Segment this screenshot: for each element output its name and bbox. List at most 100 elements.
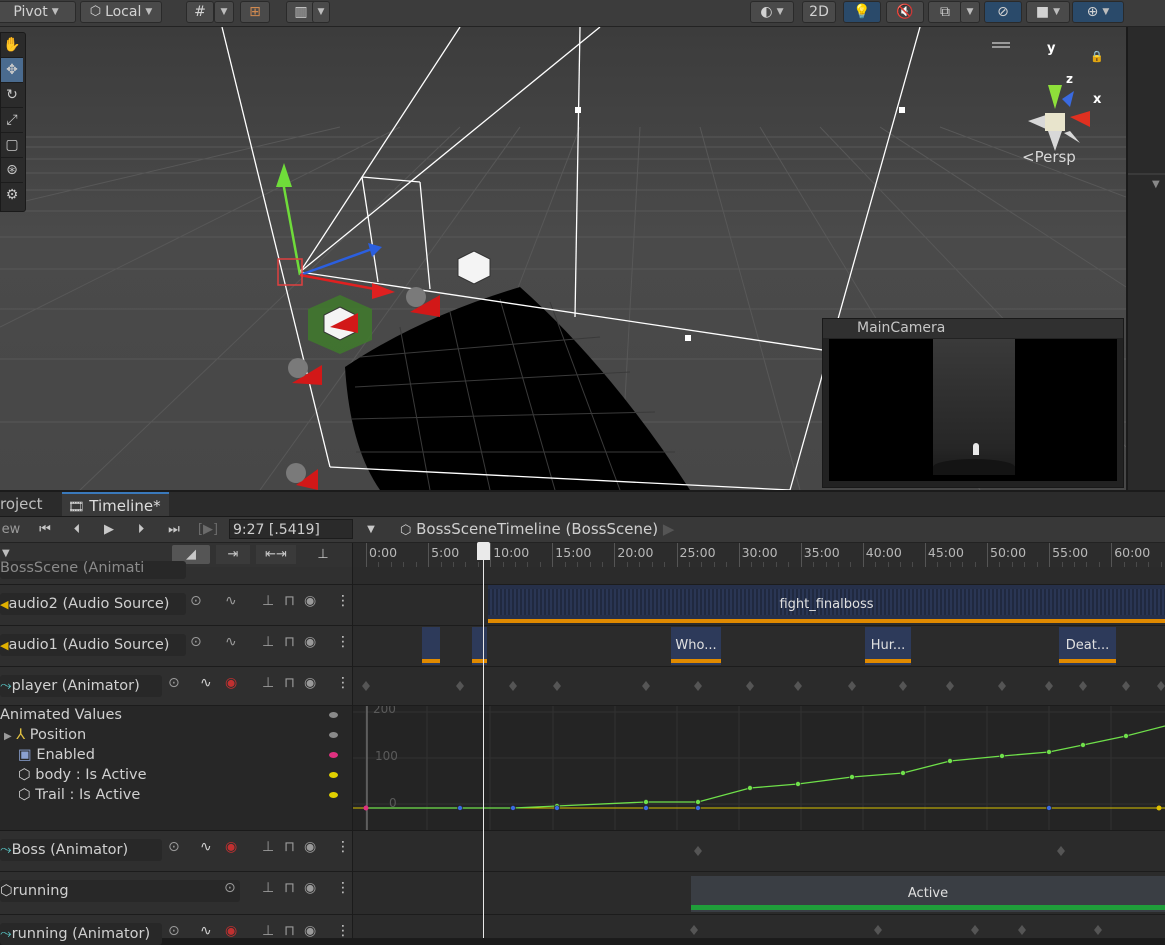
curve-editor[interactable]: 200 100 0: [353, 702, 1165, 830]
pivot-dropdown[interactable]: Pivot ▼: [0, 1, 76, 23]
time-ruler[interactable]: 0:00 5:00 10:00 15:00 20:00 25:00 30:00 35:00 40…: [353, 543, 1165, 568]
mix-mode-button[interactable]: ⇤⇥: [256, 545, 296, 564]
more-options-icon[interactable]: ⋮: [336, 923, 350, 939]
eye-icon[interactable]: ◉: [304, 593, 316, 609]
audio-clip[interactable]: [472, 627, 487, 665]
grid-snap-dropdown[interactable]: ▼: [214, 1, 234, 23]
lock-icon[interactable]: ⊓: [284, 880, 295, 896]
track-lane-player[interactable]: [353, 667, 1165, 706]
playhead-handle[interactable]: [477, 542, 490, 560]
tab-project[interactable]: roject: [0, 492, 43, 516]
ruler-dropdown[interactable]: ▼: [312, 1, 330, 23]
object-picker-icon[interactable]: ⊙: [190, 634, 202, 650]
more-options-icon[interactable]: ⋮: [336, 593, 350, 609]
next-frame-button[interactable]: ⏵: [128, 520, 154, 539]
curves-toggle-icon[interactable]: ∿: [225, 634, 237, 650]
object-picker-icon[interactable]: ⊙: [168, 839, 180, 855]
property-enabled[interactable]: ▣ Enabled: [18, 747, 95, 763]
previous-frame-button[interactable]: ⏴: [64, 520, 90, 539]
lock-icon[interactable]: 🔒: [1090, 50, 1104, 63]
audio-clip-who[interactable]: Who...: [671, 627, 721, 665]
camera-settings-dropdown[interactable]: ■ ▼: [1026, 1, 1070, 23]
tab-timeline[interactable]: 🎞 Timeline*: [62, 492, 169, 516]
go-to-start-button[interactable]: ⏮: [32, 520, 58, 539]
track-lane-running[interactable]: Active: [353, 872, 1165, 915]
pin-icon[interactable]: ⊥: [262, 923, 274, 939]
effects-button[interactable]: ⧉: [928, 1, 962, 23]
object-picker-icon[interactable]: ⊙: [224, 880, 236, 896]
track-header-player[interactable]: ⤳player (Animator) ⊙ ∿ ◉ ⊥ ⊓ ◉ ⋮: [0, 667, 352, 706]
hidden-objects-toggle[interactable]: ⊘: [984, 1, 1022, 23]
audio-clip-deat[interactable]: Deat...: [1059, 627, 1116, 665]
track-header-boss[interactable]: ⤳Boss (Animator) ⊙ ∿ ◉ ⊥ ⊓ ◉ ⋮: [0, 831, 352, 872]
effects-dropdown[interactable]: ▼: [960, 1, 980, 23]
pin-button[interactable]: ⊥: [308, 545, 338, 564]
eye-icon[interactable]: ◉: [304, 634, 316, 650]
lock-icon[interactable]: ⊓: [284, 839, 295, 855]
gizmos-dropdown[interactable]: ⊕ ▼: [1072, 1, 1124, 23]
hand-tool-icon[interactable]: ✋: [1, 33, 23, 58]
pin-icon[interactable]: ⊥: [262, 880, 274, 896]
more-options-icon[interactable]: ⋮: [336, 675, 350, 691]
scale-tool-icon[interactable]: ⤢: [1, 108, 23, 133]
timeline-breadcrumb[interactable]: ⬡ BossSceneTimeline (BossScene) ▶: [400, 519, 674, 540]
increment-snap-button[interactable]: ⊞: [240, 1, 270, 23]
track-header-audio2[interactable]: ◀audio2 (Audio Source) ⊙ ∿ ⊥ ⊓ ◉ ⋮: [0, 585, 352, 626]
play-button[interactable]: ▶: [96, 520, 122, 539]
shading-mode-dropdown[interactable]: ◐ ▼: [750, 1, 794, 23]
add-track-dropdown[interactable]: ▼: [2, 548, 10, 559]
more-options-icon[interactable]: ⋮: [336, 634, 350, 650]
go-to-end-button[interactable]: ⏭: [160, 520, 188, 539]
track-header-running[interactable]: ⬡running ⊙ ⊥ ⊓ ◉ ⋮: [0, 872, 352, 915]
lock-icon[interactable]: ⊓: [284, 675, 295, 691]
track-lane-bossscene[interactable]: [353, 567, 1165, 585]
pin-icon[interactable]: ⊥: [262, 675, 274, 691]
track-lane-running-animator[interactable]: [353, 915, 1165, 939]
audio-toggle-button[interactable]: 🔇: [886, 1, 924, 23]
track-header-audio1[interactable]: ◀audio1 (Audio Source) ⊙ ∿ ⊥ ⊓ ◉ ⋮: [0, 626, 352, 667]
audio-clip-hur[interactable]: Hur...: [865, 627, 911, 665]
track-header-running-animator[interactable]: ⤳running (Animator) ⊙ ∿ ◉ ⊥ ⊓ ◉ ⋮: [0, 915, 352, 945]
eye-icon[interactable]: ◉: [304, 839, 316, 855]
eye-icon[interactable]: ◉: [304, 880, 316, 896]
lock-icon[interactable]: ⊓: [284, 634, 295, 650]
audio-clip[interactable]: [422, 627, 440, 665]
move-tool-icon[interactable]: ✥: [1, 58, 23, 83]
curves-toggle-icon[interactable]: ∿: [200, 675, 212, 691]
object-picker-icon[interactable]: ⊙: [168, 675, 180, 691]
local-dropdown[interactable]: ⬡ Local ▼: [80, 1, 162, 23]
eye-icon[interactable]: ◉: [304, 675, 316, 691]
lock-icon[interactable]: ⊓: [284, 593, 295, 609]
camera-preview-title-bar[interactable]: MainCamera: [823, 319, 1123, 338]
pin-icon[interactable]: ⊥: [262, 839, 274, 855]
grid-snap-button[interactable]: #: [186, 1, 214, 23]
record-icon[interactable]: ◉: [225, 839, 237, 855]
rect-tool-icon[interactable]: ▢: [1, 133, 23, 158]
curves-toggle-icon[interactable]: ∿: [200, 923, 212, 939]
more-options-icon[interactable]: ⋮: [336, 839, 350, 855]
track-lane-boss[interactable]: [353, 831, 1165, 872]
2d-toggle-button[interactable]: 2D: [802, 1, 836, 23]
chevron-down-icon[interactable]: ▼: [1152, 179, 1160, 190]
transform-tool-icon[interactable]: ⊛: [1, 158, 23, 183]
play-range-button[interactable]: [▶]: [194, 520, 222, 539]
rotate-tool-icon[interactable]: ↻: [1, 83, 23, 108]
property-position[interactable]: ▶ ⅄ Position: [4, 727, 86, 743]
record-icon[interactable]: ◉: [225, 675, 237, 691]
pin-icon[interactable]: ⊥: [262, 634, 274, 650]
property-body-is-active[interactable]: ⬡ body : Is Active: [18, 767, 147, 783]
audio-clip-fight-finalboss[interactable]: fight_finalboss: [488, 585, 1165, 623]
object-picker-icon[interactable]: ⊙: [190, 593, 202, 609]
preview-button[interactable]: ew: [0, 520, 22, 539]
custom-tool-icon[interactable]: ⚙: [1, 183, 23, 207]
curves-toggle-icon[interactable]: ∿: [225, 593, 237, 609]
activation-clip[interactable]: Active: [691, 876, 1165, 912]
property-trail-is-active[interactable]: ⬡ Trail : Is Active: [18, 787, 140, 803]
curves-toggle-icon[interactable]: ∿: [200, 839, 212, 855]
track-lane-audio2[interactable]: fight_finalboss: [353, 585, 1165, 626]
track-lane-audio1[interactable]: Who... Hur... Deat...: [353, 626, 1165, 667]
more-options-icon[interactable]: ⋮: [336, 880, 350, 896]
replace-mode-button[interactable]: ⇥: [216, 545, 250, 564]
current-time-field[interactable]: 9:27 [.5419]: [229, 519, 353, 539]
eye-icon[interactable]: ◉: [304, 923, 316, 939]
